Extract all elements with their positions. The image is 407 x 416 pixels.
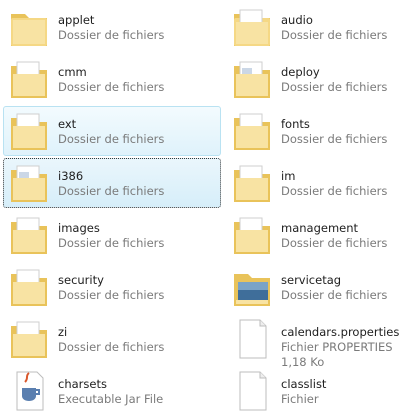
file-icon <box>239 371 267 411</box>
file-type: Dossier de fichiers <box>58 236 165 250</box>
file-name: im <box>281 169 296 183</box>
folder-icon <box>11 14 47 46</box>
file-type: Dossier de fichiers <box>58 28 165 42</box>
folder-cmm[interactable]: cmm Dossier de fichiers <box>3 54 221 104</box>
folder-im[interactable]: im Dossier de fichiers <box>226 158 407 208</box>
file-name: cmm <box>58 65 87 79</box>
folder-applet[interactable]: applet Dossier de fichiers <box>3 2 221 52</box>
file-name: audio <box>281 13 313 27</box>
folder-servicetag[interactable]: servicetag Dossier de fichiers <box>226 262 407 312</box>
folder-audio[interactable]: audio Dossier de fichiers <box>226 2 407 52</box>
folder-documents-icon <box>11 269 47 306</box>
folder-documents-icon <box>11 217 47 254</box>
file-name: servicetag <box>281 273 342 287</box>
file-name: classlist <box>281 377 327 391</box>
folder-documents-icon <box>234 217 270 254</box>
file-icon <box>239 319 267 359</box>
folder-documents-icon <box>234 61 270 98</box>
folder-documents-icon <box>11 61 47 98</box>
file-name: zi <box>58 325 68 339</box>
file-type: Dossier de fichiers <box>58 184 165 198</box>
file-type: Fichier <box>281 392 319 406</box>
file-name: deploy <box>281 65 320 79</box>
folder-i386[interactable]: i386 Dossier de fichiers <box>3 158 221 208</box>
file-type: Dossier de fichiers <box>281 28 388 42</box>
file-charsets[interactable]: charsets Executable Jar File <box>3 366 221 416</box>
folder-security[interactable]: security Dossier de fichiers <box>3 262 221 312</box>
folder-fonts[interactable]: fonts Dossier de fichiers <box>226 106 407 156</box>
folder-documents-icon <box>234 113 270 150</box>
folder-documents-icon <box>11 321 47 358</box>
file-name: ext <box>58 117 77 131</box>
file-type: Dossier de fichiers <box>58 132 165 146</box>
file-name: security <box>58 273 104 287</box>
folder-zi[interactable]: zi Dossier de fichiers <box>3 314 221 364</box>
folder-documents-icon <box>234 165 270 202</box>
file-name: i386 <box>58 169 84 183</box>
file-name: charsets <box>58 377 107 391</box>
file-name: management <box>281 221 359 235</box>
java-jar-icon <box>16 371 44 411</box>
folder-documents-icon <box>11 165 47 202</box>
file-view-tiles[interactable]: applet Dossier de fichiers audio Dossier… <box>0 0 407 411</box>
file-type: Dossier de fichiers <box>281 80 388 94</box>
folder-management[interactable]: management Dossier de fichiers <box>226 210 407 260</box>
file-type: Dossier de fichiers <box>281 236 388 250</box>
file-type: Dossier de fichiers <box>281 288 388 302</box>
file-type: Dossier de fichiers <box>58 340 165 354</box>
file-type: Dossier de fichiers <box>281 132 388 146</box>
file-type: Executable Jar File <box>58 392 164 406</box>
folder-deploy[interactable]: deploy Dossier de fichiers <box>226 54 407 104</box>
file-name: images <box>58 221 100 235</box>
file-type: Dossier de fichiers <box>281 184 388 198</box>
folder-images[interactable]: images Dossier de fichiers <box>3 210 221 260</box>
file-type: Fichier PROPERTIES <box>281 340 393 354</box>
file-calendars-properties[interactable]: calendars.properties Fichier PROPERTIES … <box>226 314 407 369</box>
file-name: applet <box>58 13 95 27</box>
folder-icon <box>234 9 270 46</box>
folder-documents-icon <box>11 113 47 150</box>
file-type: Dossier de fichiers <box>58 80 165 94</box>
file-name: fonts <box>281 117 310 131</box>
folder-image-icon <box>234 274 270 306</box>
file-classlist[interactable]: classlist Fichier <box>226 366 407 416</box>
folder-ext[interactable]: ext Dossier de fichiers <box>3 106 221 156</box>
file-type: Dossier de fichiers <box>58 288 165 302</box>
file-name: calendars.properties <box>281 325 400 339</box>
